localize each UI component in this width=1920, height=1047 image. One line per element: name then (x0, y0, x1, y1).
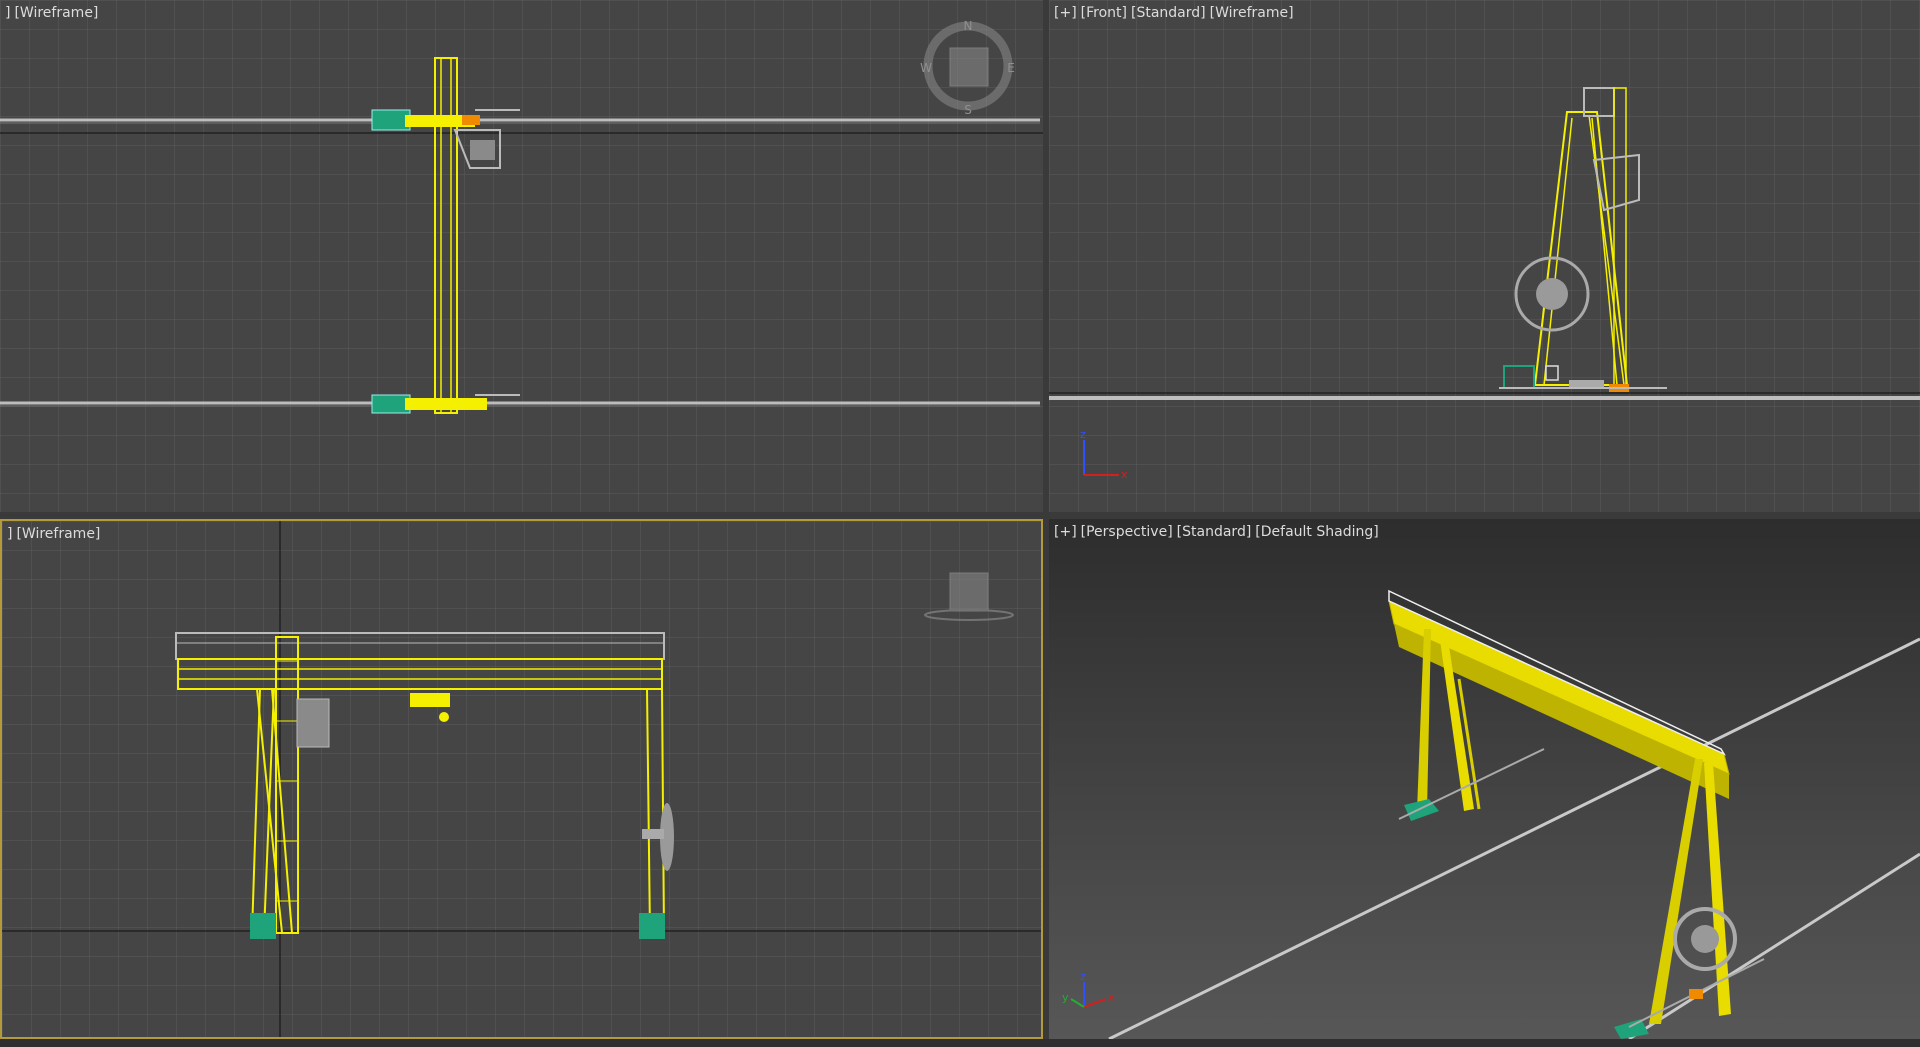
viewport-shading-menu[interactable]: [Wireframe] (14, 5, 98, 21)
viewport-menu-plus[interactable]: ] (5, 5, 10, 21)
viewport-shading-menu[interactable]: [Wireframe] (16, 526, 100, 542)
axis-z-label: z (1080, 970, 1086, 983)
compass-n-label: N (964, 19, 973, 33)
axis-x-label: x (1121, 468, 1128, 481)
viewport-label-front: [+] [Front] [Standard] [Wireframe] (1054, 4, 1298, 22)
viewport-menu-plus[interactable]: [+] (1054, 524, 1077, 540)
viewport-perspective[interactable]: z x y [+] [Perspective] [Standard] [Default… (1049, 519, 1920, 1039)
viewport-point-of-view-menu[interactable]: [Front] (1081, 5, 1127, 21)
left-view-canvas[interactable] (2, 521, 1041, 1037)
viewport-label-top: ] [Wireframe] (5, 4, 102, 22)
viewport-label-perspective: [+] [Perspective] [Standard] [Default Shadi… (1054, 523, 1383, 541)
viewport-standard-menu[interactable]: [Standard] (1131, 5, 1206, 21)
top-view-canvas[interactable]: N S W E (0, 0, 1043, 512)
compass-w-label: W (920, 61, 932, 75)
viewport-standard-menu[interactable]: [Standard] (1177, 524, 1252, 540)
axis-x-label: x (1108, 991, 1115, 1004)
viewport-shading-menu[interactable]: [Wireframe] (1210, 5, 1294, 21)
compass-s-label: S (964, 103, 972, 117)
status-strip (0, 1039, 1920, 1047)
crane-perspective[interactable] (1388, 589, 1765, 1039)
viewport-menu-plus[interactable]: ] (7, 526, 12, 542)
viewport-point-of-view-menu[interactable]: [Perspective] (1081, 524, 1173, 540)
perspective-view-canvas[interactable]: z x y (1049, 519, 1920, 1039)
viewport-top[interactable]: N S W E ] [Wireframe] (0, 0, 1043, 512)
rail-upper (0, 118, 1040, 124)
viewport-left[interactable]: ] [Wireframe] (0, 519, 1043, 1039)
rail-lower (0, 401, 1040, 407)
compass-e-label: E (1007, 61, 1015, 75)
front-view-canvas[interactable]: z x (1049, 0, 1920, 512)
axis-gizmo-perspective: z x y (1062, 970, 1115, 1008)
viewport-workspace: N S W E ] [Wireframe] z x [+] [Front] [S… (0, 0, 1920, 1047)
axis-y-label: y (1062, 991, 1069, 1004)
viewport-menu-plus[interactable]: [+] (1054, 5, 1077, 21)
viewport-label-left: ] [Wireframe] (7, 525, 104, 543)
axis-z-label: z (1080, 428, 1086, 441)
viewport-shading-menu[interactable]: [Default Shading] (1255, 524, 1378, 540)
viewport-front[interactable]: z x [+] [Front] [Standard] [Wireframe] (1049, 0, 1920, 512)
